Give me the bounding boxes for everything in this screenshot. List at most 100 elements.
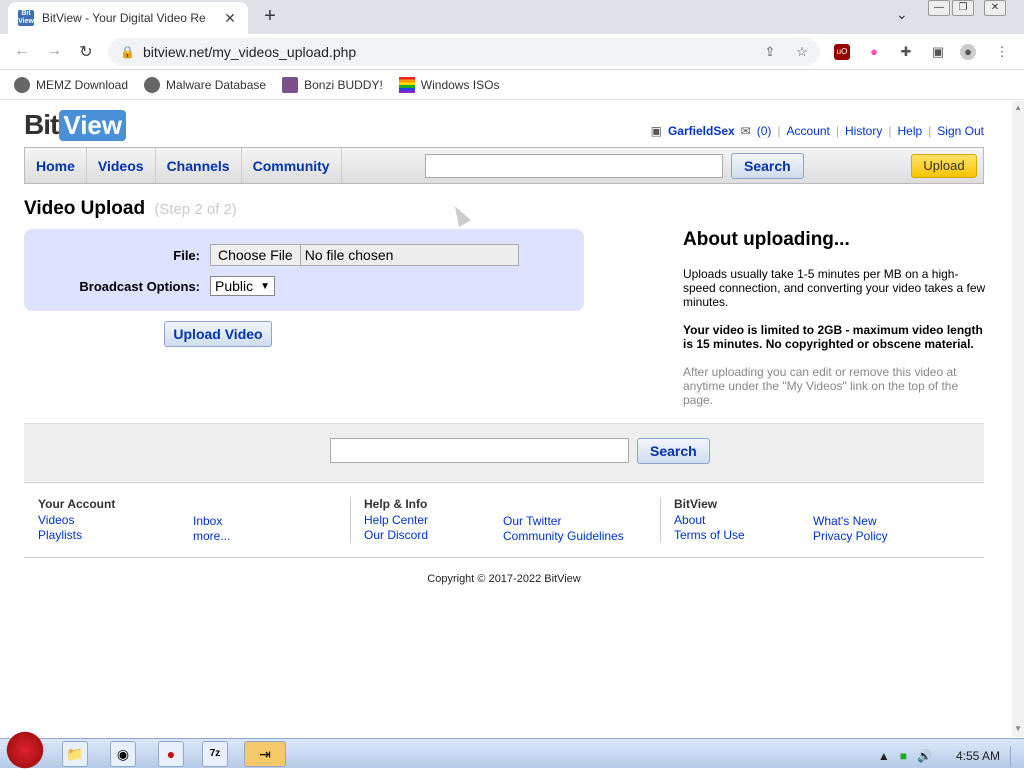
tray-arrow-icon[interactable]: ▲	[878, 749, 890, 763]
bitview-favicon-icon: Bit View	[18, 10, 34, 26]
share-icon[interactable]: ⇪	[762, 44, 778, 60]
bookmark-star-icon[interactable]: ☆	[794, 44, 810, 60]
menu-kebab-icon[interactable]: ⋮	[994, 44, 1010, 60]
footer-account: Your Account Videos Playlists	[38, 497, 116, 543]
ublock-icon[interactable]: uO	[834, 44, 850, 60]
close-tab-icon[interactable]: ✕	[222, 10, 238, 27]
main-navbar: Home Videos Channels Community Search Up…	[24, 147, 984, 184]
footer-links: Your Account Videos Playlists Inbox more…	[24, 482, 984, 558]
inbox-icon[interactable]: ✉	[741, 124, 751, 138]
tab-search-icon[interactable]: ⌄	[896, 6, 908, 23]
footer-search-button[interactable]: Search	[637, 438, 710, 464]
bookmark-bonzi[interactable]: Bonzi BUDDY!	[282, 76, 383, 93]
record-icon[interactable]: ●	[158, 741, 184, 767]
upload-form: File: Choose File No file chosen Broadca…	[24, 229, 584, 311]
history-link[interactable]: History	[845, 124, 882, 138]
window-controls: — ❐ ✕	[928, 0, 1006, 18]
globe-icon	[144, 76, 161, 93]
footer-search: Search	[24, 423, 984, 481]
7zip-icon[interactable]: 7z	[202, 741, 228, 767]
upload-video-button[interactable]: Upload Video	[164, 321, 272, 347]
help-link[interactable]: Help	[897, 124, 922, 138]
system-tray: ▲ ■ 🔊 4:55 AM	[878, 746, 1016, 766]
minimize-icon[interactable]: —	[928, 0, 950, 16]
extensions-puzzle-icon[interactable]: ✚	[898, 44, 914, 60]
footer-whats-new-link[interactable]: What's New	[813, 514, 888, 529]
close-window-icon[interactable]: ✕	[984, 0, 1006, 16]
about-text-2: Your video is limited to 2GB - maximum v…	[683, 323, 983, 351]
volume-icon[interactable]: 🔊	[917, 749, 932, 763]
footer-bitview: BitView About Terms of Use	[674, 497, 745, 543]
sign-out-link[interactable]: Sign Out	[937, 124, 984, 138]
footer-help: Help & Info Help Center Our Discord	[364, 497, 429, 543]
choose-file-button[interactable]: Choose File	[211, 245, 301, 265]
profile-avatar-icon[interactable]: ●	[960, 44, 976, 60]
tab-title: BitView - Your Digital Video Re	[42, 11, 206, 25]
active-window-icon[interactable]: ⇥	[244, 741, 286, 767]
chrome-icon[interactable]: ◉	[110, 741, 136, 767]
reload-icon[interactable]: ↻	[76, 42, 96, 62]
scroll-down-icon[interactable]: ▼	[1014, 724, 1022, 733]
clock[interactable]: 4:55 AM	[956, 749, 1000, 763]
mouse-cursor-icon	[448, 202, 472, 228]
lock-icon: 🔒	[120, 45, 135, 59]
account-link[interactable]: Account	[787, 124, 830, 138]
nav-home[interactable]: Home	[25, 148, 87, 183]
bookmark-malware[interactable]: Malware Database	[144, 76, 266, 93]
page-scrollbar[interactable]	[1012, 101, 1024, 737]
restore-icon[interactable]: ❐	[952, 0, 974, 16]
back-icon[interactable]: ←	[12, 42, 32, 60]
extension-flag-icon[interactable]: ●	[866, 44, 882, 60]
forward-icon[interactable]: →	[44, 42, 64, 60]
url-text: bitview.net/my_videos_upload.php	[142, 44, 357, 60]
start-button-angry-bird-icon[interactable]	[2, 731, 48, 769]
about-text-1: Uploads usually take 1-5 minutes per MB …	[683, 267, 986, 309]
rainbow-flag-icon	[398, 76, 415, 93]
network-icon[interactable]: ■	[900, 749, 907, 763]
header-search-input[interactable]	[425, 154, 723, 178]
about-heading: About uploading...	[683, 229, 850, 250]
bitview-logo[interactable]: Bit View	[24, 109, 127, 141]
header-search-button[interactable]: Search	[731, 153, 804, 179]
username-link[interactable]: GarfieldSex	[668, 124, 735, 138]
inbox-count[interactable]: (0)	[757, 124, 772, 138]
side-panel-icon[interactable]: ▣	[930, 44, 946, 60]
footer-privacy-link[interactable]: Privacy Policy	[813, 529, 888, 544]
footer-about-link[interactable]: About	[674, 513, 745, 528]
browser-tab[interactable]: Bit View BitView - Your Digital Video Re…	[8, 2, 248, 34]
footer-inbox-link[interactable]: Inbox	[193, 514, 230, 529]
bookmark-windows-isos[interactable]: Windows ISOs	[398, 76, 499, 93]
address-toolbar: ← → ↻ 🔒 bitview.net/my_videos_upload.php…	[0, 34, 1024, 70]
taskbar: 📁 ◉ ● 7z ⇥ ▲ ■ 🔊 4:55 AM	[0, 731, 1024, 769]
nav-channels[interactable]: Channels	[156, 148, 242, 183]
footer-discord-link[interactable]: Our Discord	[364, 528, 428, 543]
scroll-up-icon[interactable]: ▲	[1014, 103, 1022, 112]
footer-search-input[interactable]	[330, 438, 629, 463]
footer-terms-link[interactable]: Terms of Use	[674, 528, 745, 543]
file-input[interactable]: Choose File No file chosen	[210, 244, 519, 266]
address-bar[interactable]: 🔒 bitview.net/my_videos_upload.php	[108, 38, 820, 66]
footer-guidelines-link[interactable]: Community Guidelines	[503, 529, 624, 544]
file-label: File:	[173, 248, 200, 263]
step-indicator: (Step 2 of 2)	[154, 201, 237, 218]
globe-icon	[14, 76, 30, 93]
page-title: Video Upload (Step 2 of 2)	[24, 198, 237, 219]
show-desktop-icon[interactable]	[1010, 746, 1016, 766]
chevron-down-icon: ▼	[260, 280, 270, 292]
file-status: No file chosen	[304, 247, 394, 263]
footer-playlists-link[interactable]: Playlists	[38, 528, 115, 543]
footer-help-center-link[interactable]: Help Center	[364, 513, 428, 528]
nav-community[interactable]: Community	[242, 148, 342, 183]
footer-bitview-col2: What's New Privacy Policy	[813, 514, 888, 544]
upload-button[interactable]: Upload	[911, 154, 977, 178]
footer-twitter-link[interactable]: Our Twitter	[503, 514, 624, 529]
broadcast-select[interactable]: Public ▼	[210, 276, 275, 296]
about-uploading: About uploading... Uploads usually take …	[683, 229, 988, 421]
nav-videos[interactable]: Videos	[87, 148, 156, 183]
new-tab-icon[interactable]: +	[258, 5, 282, 28]
footer-more-link[interactable]: more...	[193, 529, 230, 544]
bookmark-memz[interactable]: MEMZ Download	[14, 76, 128, 93]
explorer-icon[interactable]: 📁	[62, 741, 88, 767]
user-icon: ▣	[650, 124, 662, 138]
footer-videos-link[interactable]: Videos	[38, 513, 115, 528]
